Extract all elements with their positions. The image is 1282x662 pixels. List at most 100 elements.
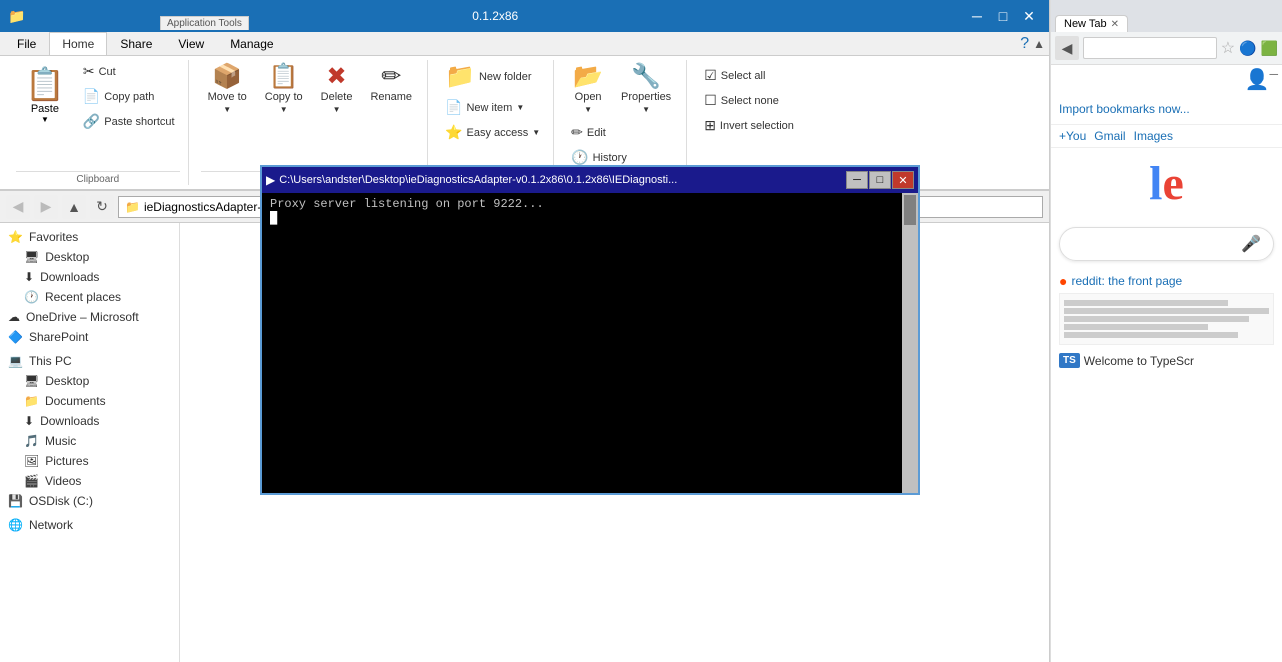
browser-address-bar[interactable] [1083,37,1217,59]
sidebar-item-favorites[interactable]: ⭐ Favorites [0,227,179,247]
history-icon: 🕐 [571,149,588,166]
invert-selection-button[interactable]: ⊞ Invert selection [699,114,799,137]
tab-home[interactable]: Home [49,32,107,55]
clipboard-sub-buttons: ✂ Cut 📄 Copy path 🔗 Paste shortcut [78,60,180,133]
tab-share[interactable]: Share [107,32,165,55]
edit-button[interactable]: ✏ Edit [566,121,611,144]
sharepoint-icon: 🔷 [8,330,23,344]
application-tools-badge: Application Tools [160,16,249,30]
sidebar-item-recent-places[interactable]: 🕐 Recent places [0,287,179,307]
new-folder-button[interactable]: 📁 New folder [440,60,536,94]
easy-access-button[interactable]: ⭐ Easy access ▼ [440,121,545,144]
copy-to-button[interactable]: 📋 Copy to ▼ [258,60,310,119]
back-button[interactable]: ◀ [6,195,30,219]
tab-view[interactable]: View [165,32,217,55]
browser-tab-new[interactable]: New Tab ✕ [1055,15,1128,32]
sidebar-item-downloads[interactable]: ⬇ Downloads [0,411,179,431]
welcome-section: TS Welcome to TypeScr [1051,349,1282,372]
cmd-maximize-button[interactable]: □ [869,171,891,189]
paste-button[interactable]: 📋 Paste ▼ [16,60,74,129]
maximize-button[interactable]: □ [991,6,1015,26]
title-bar: 📁 0.1.2x86 ─ □ ✕ [0,0,1049,32]
sidebar-item-network[interactable]: 🌐 Network [0,515,179,535]
title-bar-left: 📁 [8,8,25,25]
sidebar-item-onedrive[interactable]: ☁ OneDrive – Microsoft [0,307,179,327]
browser-ext-icon2[interactable]: 🟩 [1261,40,1278,57]
plus-you-link[interactable]: +You [1059,129,1086,143]
cut-button[interactable]: ✂ Cut [78,60,180,83]
cmd-minimize-button[interactable]: ─ [846,171,868,189]
gmail-link[interactable]: Gmail [1094,129,1125,143]
pictures-icon: 🖼 [24,454,39,468]
tab-manage[interactable]: Manage [217,32,286,55]
open-content: 📂 Open ▼ 🔧 Properties ▼ ✏ Edit 🕐 [566,60,678,169]
folder-chain-icon: 📁 [125,200,140,214]
reddit-snippet [1059,293,1274,345]
sidebar-item-this-pc[interactable]: 💻 This PC [0,351,179,371]
refresh-button[interactable]: ↻ [90,195,114,219]
paste-shortcut-icon: 🔗 [83,113,100,130]
new-item-button[interactable]: 📄 New item ▼ [440,96,529,119]
open-button[interactable]: 📂 Open ▼ [566,60,610,119]
sidebar-item-desktop-fav[interactable]: 🖥 Desktop [0,247,179,267]
cmd-content[interactable]: Proxy server listening on port 9222... █ [262,193,918,493]
window-control-minimize[interactable]: ─ [1269,67,1278,92]
images-link[interactable]: Images [1134,129,1173,143]
cmd-window: ▶ C:\Users\andster\Desktop\ieDiagnostics… [260,165,920,495]
select-none-button[interactable]: ☐ Select none [699,89,784,112]
cut-icon: ✂ [83,63,95,80]
new-folder-icon: 📁 [445,65,475,89]
rename-button[interactable]: ✏ Rename [363,60,419,108]
close-button[interactable]: ✕ [1017,6,1041,26]
browser-back-button[interactable]: ◀ [1055,36,1079,60]
tab-file[interactable]: File [4,32,49,55]
sidebar-item-osdisk[interactable]: 💾 OSDisk (C:) [0,491,179,511]
copy-to-icon: 📋 [269,65,299,89]
help-icon[interactable]: ? [1020,35,1029,53]
welcome-text: Welcome to TypeScr [1084,354,1194,368]
onedrive-icon: ☁ [8,310,20,324]
select-all-button[interactable]: ☑ Select all [699,64,770,87]
minimize-button[interactable]: ─ [965,6,989,26]
move-to-button[interactable]: 📦 Move to ▼ [201,60,254,119]
voice-search-icon[interactable]: 🎤 [1241,234,1261,254]
documents-icon: 📁 [24,394,39,408]
paste-shortcut-button[interactable]: 🔗 Paste shortcut [78,110,180,133]
osdisk-icon: 💾 [8,494,23,508]
collapse-ribbon-icon[interactable]: ▲ [1033,37,1045,51]
cmd-icon: ▶ [266,173,275,187]
cmd-scroll-thumb [904,195,916,225]
cmd-close-button[interactable]: ✕ [892,171,914,189]
clipboard-group: 📋 Paste ▼ ✂ Cut 📄 Copy path 🔗 Pa [8,60,189,185]
select-all-icon: ☑ [704,67,717,84]
desktop-icon: 🖥 [24,374,39,388]
browser-ext-icon1[interactable]: 🔵 [1239,40,1256,57]
google-l-letter: l [1149,157,1162,210]
sidebar-item-pictures[interactable]: 🖼 Pictures [0,451,179,471]
cmd-scrollbar[interactable] [902,193,918,493]
import-bookmarks-link[interactable]: Import bookmarks now... [1059,102,1190,116]
sidebar-item-sharepoint[interactable]: 🔷 SharePoint [0,327,179,347]
sidebar-item-videos[interactable]: 🎬 Videos [0,471,179,491]
properties-button[interactable]: 🔧 Properties ▼ [614,60,678,119]
star-icon[interactable]: ☆ [1221,38,1235,58]
reddit-title[interactable]: ● reddit: the front page [1059,273,1274,289]
tab-close-icon[interactable]: ✕ [1111,19,1119,30]
sidebar-item-desktop[interactable]: 🖥 Desktop [0,371,179,391]
ribbon-tabs: File Home Share View Manage ? ▲ [0,32,1049,56]
forward-button[interactable]: ▶ [34,195,58,219]
google-logo-area: le [1051,148,1282,219]
sidebar-item-documents[interactable]: 📁 Documents [0,391,179,411]
clipboard-content: 📋 Paste ▼ ✂ Cut 📄 Copy path 🔗 Pa [16,60,180,169]
cmd-title-bar: ▶ C:\Users\andster\Desktop\ieDiagnostics… [262,167,918,193]
delete-button[interactable]: ✖ Delete ▼ [314,60,360,119]
delete-dropdown: ▼ [333,105,341,114]
up-button[interactable]: ▲ [62,195,86,219]
select-content: ☑ Select all ☐ Select none ⊞ Invert sele… [699,60,799,169]
cmd-cursor: █ [270,211,277,225]
google-search-box[interactable]: 🎤 [1059,227,1274,261]
network-section: 🌐 Network [0,515,179,535]
sidebar-item-music[interactable]: 🎵 Music [0,431,179,451]
copy-path-button[interactable]: 📄 Copy path [78,85,180,108]
sidebar-item-downloads-fav[interactable]: ⬇ Downloads [0,267,179,287]
